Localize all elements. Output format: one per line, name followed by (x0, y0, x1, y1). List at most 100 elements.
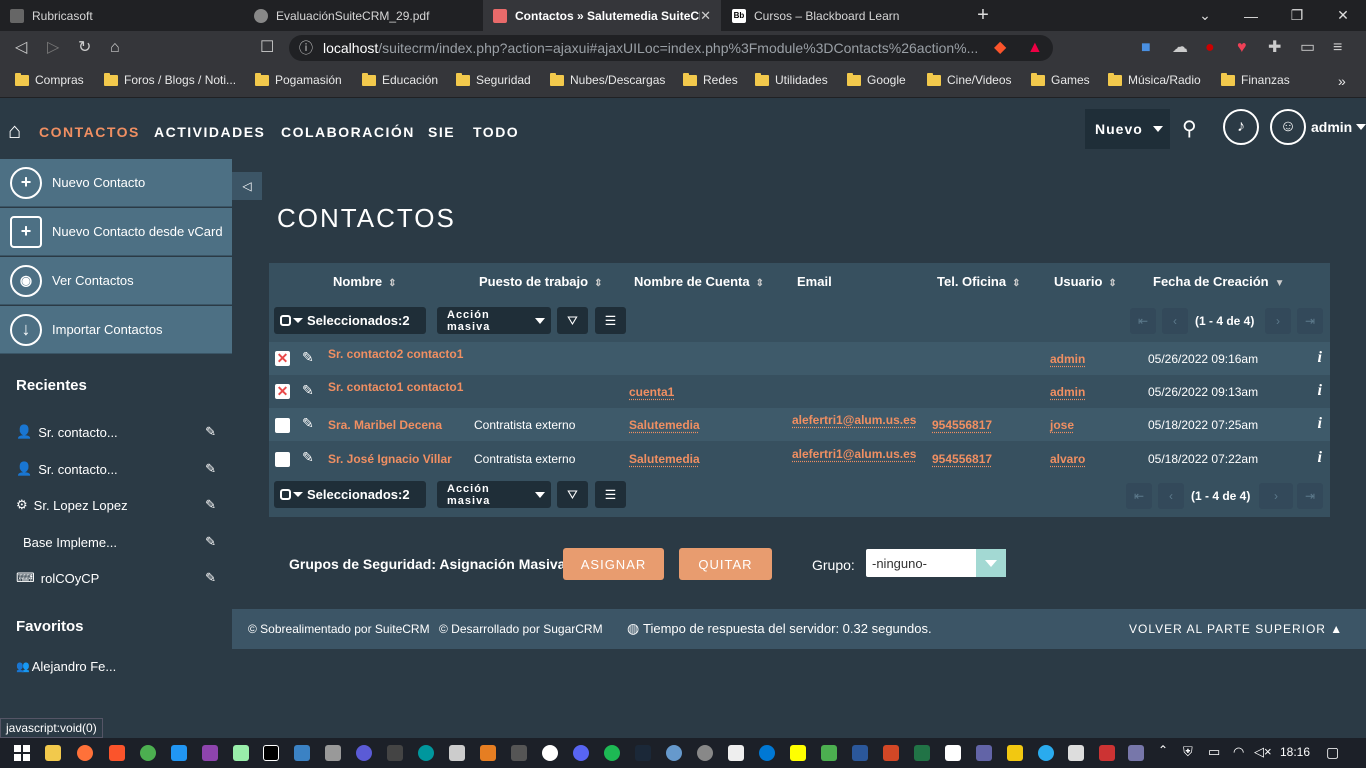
notion-icon[interactable] (945, 745, 961, 761)
user-link[interactable]: admin (1050, 352, 1085, 366)
table-row[interactable]: ✕ ✎ Sr. contacto1 contacto1 cuenta1 admi… (269, 375, 1330, 408)
powerpoint-icon[interactable] (883, 745, 899, 761)
excel-icon[interactable] (914, 745, 930, 761)
extension-icon[interactable]: ☁ (1172, 39, 1188, 57)
discord-icon[interactable] (573, 745, 589, 761)
user-avatar-icon[interactable]: ☺ (1270, 109, 1306, 145)
bulk-action-dropdown[interactable]: Acción masiva (437, 307, 551, 334)
sidebar-action-ver-contactos[interactable]: ◉ Ver Contactos (0, 257, 232, 305)
row-checkbox[interactable] (275, 452, 290, 467)
sidebar-action-nuevo-contacto[interactable]: + Nuevo Contacto (0, 159, 232, 207)
recent-item[interactable]: 👤 Sr. contacto... ✎ (16, 422, 216, 442)
bookmark-folder[interactable]: Compras (15, 72, 84, 87)
spotify-icon[interactable] (604, 745, 620, 761)
reload-icon[interactable]: ↻ (78, 39, 91, 57)
forward-icon[interactable]: ▷ (47, 39, 59, 57)
nav-todo[interactable]: TODO (473, 124, 519, 140)
app-icon[interactable] (821, 745, 837, 761)
sort-icon[interactable]: ⇕ (756, 278, 764, 289)
next-page-icon[interactable]: › (1259, 483, 1293, 509)
steam-icon[interactable] (635, 745, 651, 761)
sidebar-action-importar[interactable]: ↓ Importar Contactos (0, 306, 232, 354)
tab-list-icon[interactable]: ⌄ (1182, 0, 1228, 31)
app-icon[interactable] (1128, 745, 1144, 761)
info-icon[interactable]: i (1318, 382, 1322, 400)
bookmark-icon[interactable]: ☐ (260, 39, 274, 57)
address-bar[interactable]: ⓘ localhost/suitecrm/index.php?action=aj… (289, 35, 1053, 61)
email-link[interactable]: alefertri1@alum.us.es (792, 413, 916, 427)
last-page-icon[interactable]: ⇥ (1297, 308, 1323, 334)
recent-item[interactable]: ⌨ rolCOyCP ✎ (16, 568, 216, 588)
app-icon[interactable] (1099, 745, 1115, 761)
phone-link[interactable]: 954556817 (932, 418, 992, 432)
ublock-icon[interactable]: ● (1205, 39, 1215, 57)
row-checkbox[interactable]: ✕ (275, 351, 290, 366)
contact-name-link[interactable]: Sra. Maribel Decena (328, 418, 442, 432)
menu-icon[interactable]: ≡ (1333, 39, 1342, 57)
wallet-icon[interactable]: ▭ (1300, 39, 1315, 57)
arduino-icon[interactable] (418, 745, 434, 761)
app-icon[interactable] (356, 745, 372, 761)
contact-name-link[interactable]: Sr. José Ignacio Villar (328, 452, 452, 466)
bookmark-folder[interactable]: Educación (362, 72, 438, 87)
remove-button[interactable]: QUITAR (679, 548, 772, 580)
column-header-fecha[interactable]: Fecha de Creación ▼ (1153, 274, 1285, 289)
user-link[interactable]: admin (1050, 385, 1085, 399)
column-chooser-icon[interactable]: ☰ (595, 307, 626, 334)
row-checkbox[interactable]: ✕ (275, 384, 290, 399)
pencil-icon[interactable]: ✎ (205, 497, 216, 513)
app-icon[interactable] (294, 745, 310, 761)
bookmark-folder[interactable]: Pogamasión (255, 72, 342, 87)
app-icon[interactable] (666, 745, 682, 761)
powerbi-icon[interactable] (1007, 745, 1023, 761)
edit-pencil-icon[interactable]: ✎ (302, 449, 314, 466)
column-header-cuenta[interactable]: Nombre de Cuenta ⇕ (634, 274, 764, 289)
column-header-puesto[interactable]: Puesto de trabajo ⇕ (479, 274, 602, 289)
column-header-telefono[interactable]: Tel. Oficina ⇕ (937, 274, 1021, 289)
recent-item[interactable]: ⚙ Sr. Lopez Lopez ✎ (16, 495, 216, 515)
maximize-button[interactable]: ❐ (1274, 0, 1320, 31)
tab-evaluacion-pdf[interactable]: EvaluaciónSuiteCRM_29.pdf (244, 0, 482, 31)
filter-icon[interactable]: ⛛ (557, 481, 588, 508)
user-link[interactable]: alvaro (1050, 452, 1085, 466)
pocket-icon[interactable]: ♥ (1237, 39, 1247, 57)
app-icon[interactable] (728, 745, 744, 761)
tray-chevron-up-icon[interactable]: ⌃ (1158, 743, 1168, 757)
brave-rewards-icon[interactable]: ▲ (1027, 39, 1043, 57)
bookmark-folder[interactable]: Música/Radio (1108, 72, 1201, 87)
security-shield-icon[interactable]: ⛨ (1183, 744, 1193, 760)
github-icon[interactable] (542, 745, 558, 761)
volume-muted-icon[interactable]: ◁× (1254, 744, 1272, 760)
sort-icon[interactable]: ⇕ (1012, 278, 1020, 289)
visual-studio-icon[interactable] (202, 745, 218, 761)
chrome-icon[interactable] (140, 745, 156, 761)
table-row[interactable]: ✎ Sr. José Ignacio Villar Contratista ex… (269, 442, 1330, 475)
tab-blackboard[interactable]: Bb Cursos – Blackboard Learn (722, 0, 960, 31)
battery-icon[interactable]: ▭ (1208, 744, 1220, 760)
powered-by-link[interactable]: © Sobrealimentado por SuiteCRM (248, 622, 430, 636)
pencil-icon[interactable]: ✎ (205, 461, 216, 477)
notifications-bell-icon[interactable]: ♪ (1223, 109, 1259, 145)
sort-icon[interactable]: ⇕ (388, 278, 396, 289)
next-page-icon[interactable]: › (1265, 308, 1291, 334)
sort-desc-icon[interactable]: ▼ (1275, 278, 1285, 289)
pencil-icon[interactable]: ✎ (205, 424, 216, 440)
intellij-icon[interactable] (263, 745, 279, 761)
app-icon[interactable] (790, 745, 806, 761)
recent-item[interactable]: 👤 Sr. contacto... ✎ (16, 459, 216, 479)
favorite-item[interactable]: 👥 Alejandro Fe... (16, 656, 216, 676)
first-page-icon[interactable]: ⇤ (1126, 483, 1152, 509)
nav-colaboracion[interactable]: COLABORACIÓN (281, 124, 415, 140)
sort-icon[interactable]: ⇕ (1108, 278, 1116, 289)
sidebar-action-vcard[interactable]: + Nuevo Contacto desde vCard (0, 208, 232, 256)
more-bookmarks-icon[interactable]: » (1338, 73, 1346, 89)
new-tab-button[interactable]: + (960, 0, 1006, 31)
column-header-usuario[interactable]: Usuario ⇕ (1054, 274, 1117, 289)
brave-icon[interactable] (109, 745, 125, 761)
firefox-icon[interactable] (77, 745, 93, 761)
info-icon[interactable]: i (1318, 349, 1322, 367)
nav-contactos[interactable]: CONTACTOS (39, 124, 140, 140)
row-checkbox[interactable] (275, 418, 290, 433)
extension-icon[interactable]: ■ (1141, 39, 1151, 57)
wifi-icon[interactable]: ◠ (1233, 744, 1244, 760)
